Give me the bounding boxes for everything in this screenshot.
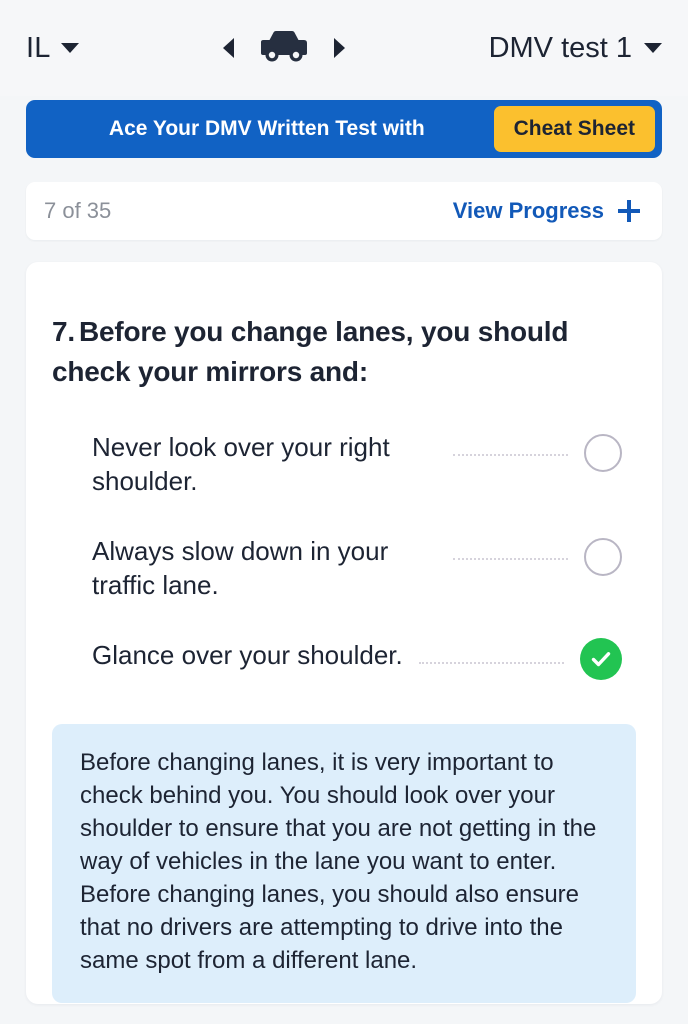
- question-card: 7. Before you change lanes, you should ch…: [26, 262, 662, 1004]
- view-progress-label: View Progress: [452, 198, 604, 223]
- top-bar: IL DMV test 1: [0, 0, 688, 96]
- plus-icon: [618, 200, 640, 222]
- cheat-sheet-button[interactable]: Cheat Sheet: [493, 106, 655, 152]
- promo-banner-text: Ace Your DMV Written Test with: [108, 117, 425, 140]
- answer-explanation: Before changing lanes, it is very import…: [52, 724, 636, 1003]
- progress-bar: 7 of 35 View Progress: [26, 182, 662, 240]
- chevron-down-icon: [60, 43, 79, 53]
- answer-options: Never look over your right shoulder. Alw…: [52, 430, 636, 680]
- answer-option[interactable]: Glance over your shoulder.: [92, 638, 622, 680]
- leader-line: [418, 662, 564, 664]
- question-body: Before you change lanes, you should chec…: [52, 316, 569, 387]
- question-counter: 7 of 35: [44, 198, 112, 223]
- test-label: DMV test 1: [488, 31, 632, 64]
- promo-banner[interactable]: Ace Your DMV Written Test with Cheat She…: [26, 100, 662, 158]
- question-title: 7. Before you change lanes, you should ch…: [52, 312, 636, 392]
- test-selector[interactable]: DMV test 1: [489, 32, 662, 65]
- leader-line: [453, 454, 568, 456]
- answer-option[interactable]: Never look over your right shoulder.: [92, 430, 622, 498]
- vehicle-type-nav: [79, 29, 489, 68]
- state-selector[interactable]: IL: [26, 32, 79, 65]
- answer-option[interactable]: Always slow down in your traffic lane.: [92, 534, 622, 602]
- answer-option-label: Glance over your shoulder.: [92, 640, 403, 670]
- chevron-right-icon[interactable]: [333, 38, 345, 58]
- question-number: 7.: [52, 316, 75, 347]
- answer-option-label: Never look over your right shoulder.: [92, 432, 390, 496]
- chevron-left-icon[interactable]: [222, 38, 234, 58]
- radio-empty-icon[interactable]: [584, 538, 622, 576]
- state-label: IL: [26, 31, 51, 64]
- view-progress-button[interactable]: View Progress: [453, 198, 640, 224]
- leader-line: [453, 558, 568, 560]
- chevron-down-icon: [644, 43, 662, 53]
- car-icon[interactable]: [256, 29, 312, 68]
- check-circle-icon[interactable]: [580, 638, 622, 680]
- answer-option-label: Always slow down in your traffic lane.: [92, 536, 389, 600]
- radio-empty-icon[interactable]: [584, 434, 622, 472]
